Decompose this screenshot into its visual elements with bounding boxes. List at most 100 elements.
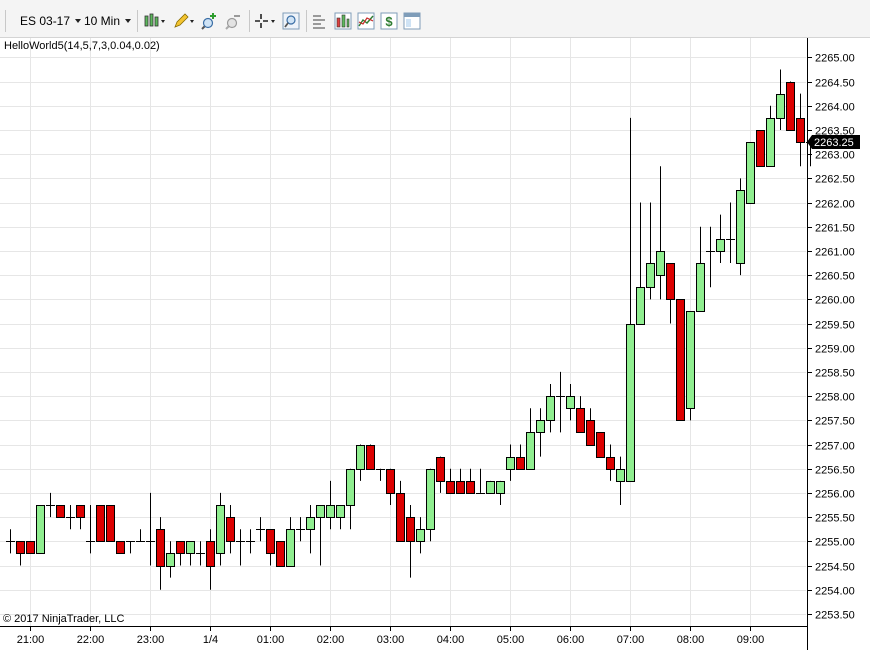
y-tick-label: 2259.50 — [815, 320, 855, 332]
x-tick-label: 03:00 — [377, 634, 405, 646]
candle — [16, 541, 25, 566]
candle — [156, 517, 165, 590]
candle — [716, 214, 725, 264]
candle — [316, 505, 325, 566]
x-tick-label: 22:00 — [77, 634, 105, 646]
price-chart[interactable]: 2265.002264.502264.002263.502263.002262.… — [0, 38, 870, 650]
chart-toolbar: ES 03-17 10 Min $ — [0, 0, 870, 38]
candle — [36, 505, 45, 554]
candle — [276, 541, 285, 567]
candle — [516, 444, 525, 470]
candle-body — [316, 505, 325, 518]
x-tick-label: 1/4 — [203, 634, 218, 646]
y-tick-label: 2260.00 — [815, 295, 855, 307]
candle — [306, 505, 315, 554]
candle — [66, 505, 75, 530]
toolbar-separator — [137, 10, 138, 32]
candle — [56, 505, 65, 518]
candle — [636, 202, 645, 325]
candle — [216, 492, 225, 566]
candle-body — [186, 541, 195, 554]
candle — [526, 408, 535, 470]
candle-body — [746, 142, 755, 204]
candle-body — [416, 529, 425, 542]
y-tick-label: 2260.50 — [815, 271, 855, 283]
candle — [696, 226, 705, 312]
indicator-label: HelloWorld5(14,5,7,3,0.04,0.02) — [4, 40, 160, 52]
candle — [6, 529, 15, 554]
candle — [106, 505, 115, 542]
candle-body — [676, 299, 685, 421]
toolbar-separator — [249, 10, 250, 32]
candle — [196, 541, 205, 566]
candle-body — [646, 263, 655, 288]
toolbar-separator — [306, 10, 307, 32]
time-axis[interactable]: 21:00 22:00 23:00 1/4 01:00 02:00 03:00 04:00 05… — [17, 626, 765, 646]
instrument-selector[interactable]: ES 03-17 — [20, 12, 82, 30]
x-tick-label: 23:00 — [137, 634, 165, 646]
x-tick-label: 02:00 — [317, 634, 345, 646]
y-tick-label: 2262.50 — [815, 174, 855, 186]
candle-body — [426, 469, 435, 530]
indicators-icon[interactable] — [357, 12, 375, 30]
candle — [256, 517, 265, 542]
candle — [706, 226, 715, 288]
y-tick-label: 2255.50 — [815, 513, 855, 525]
candle — [656, 166, 665, 300]
interval-selector[interactable]: 10 Min — [84, 12, 132, 30]
candle — [666, 263, 675, 324]
candle — [546, 384, 555, 433]
candle — [176, 541, 185, 566]
candle-body — [686, 311, 695, 409]
candle — [376, 468, 385, 481]
x-tick-label: 08:00 — [677, 634, 705, 646]
candle — [756, 129, 765, 167]
candle-body — [396, 493, 405, 542]
zoom-in-icon[interactable] — [201, 12, 219, 30]
candle — [116, 541, 125, 554]
candle-body — [96, 505, 105, 542]
candle-body — [716, 239, 725, 252]
candle-body — [446, 481, 455, 494]
crosshair-icon[interactable] — [253, 12, 277, 30]
candle — [726, 202, 735, 264]
candle-body — [786, 82, 795, 131]
candle-body — [596, 432, 605, 458]
candle-body — [626, 324, 635, 482]
candle-body — [216, 505, 225, 554]
candle-body — [286, 529, 295, 567]
candle-body — [306, 517, 315, 530]
candle-body — [166, 553, 175, 567]
candle-body — [406, 517, 415, 542]
x-tick-label: 06:00 — [557, 634, 585, 646]
candle — [686, 311, 695, 421]
candle-body — [756, 130, 765, 167]
candle — [346, 468, 355, 530]
pencil-draw-icon[interactable] — [172, 12, 196, 30]
instrument-label: ES 03-17 — [20, 14, 71, 28]
templates-icon[interactable] — [403, 12, 421, 30]
candle-body — [466, 481, 475, 494]
chart-properties-icon[interactable] — [334, 12, 352, 30]
y-tick-label: 2256.50 — [815, 465, 855, 477]
x-tick-label: 07:00 — [617, 634, 645, 646]
bars-type-icon[interactable] — [143, 12, 167, 30]
candle-body — [796, 118, 805, 143]
candle-body — [206, 541, 215, 567]
interval-caret-icon — [125, 18, 132, 23]
strategies-icon[interactable]: $ — [380, 12, 398, 30]
x-tick-label: 01:00 — [257, 634, 285, 646]
magnifier-icon[interactable] — [282, 12, 300, 30]
y-tick-label: 2255.00 — [815, 537, 855, 549]
svg-text:$: $ — [385, 14, 393, 29]
candle — [796, 93, 805, 167]
candle — [166, 541, 175, 578]
zoom-out-icon[interactable] — [225, 12, 243, 30]
candle — [336, 505, 345, 530]
candle — [476, 468, 485, 494]
candle-body — [76, 505, 85, 518]
data-box-icon[interactable] — [311, 12, 329, 30]
candle — [366, 444, 375, 470]
candle-body — [736, 190, 745, 264]
y-tick-label: 2263.00 — [815, 150, 855, 162]
